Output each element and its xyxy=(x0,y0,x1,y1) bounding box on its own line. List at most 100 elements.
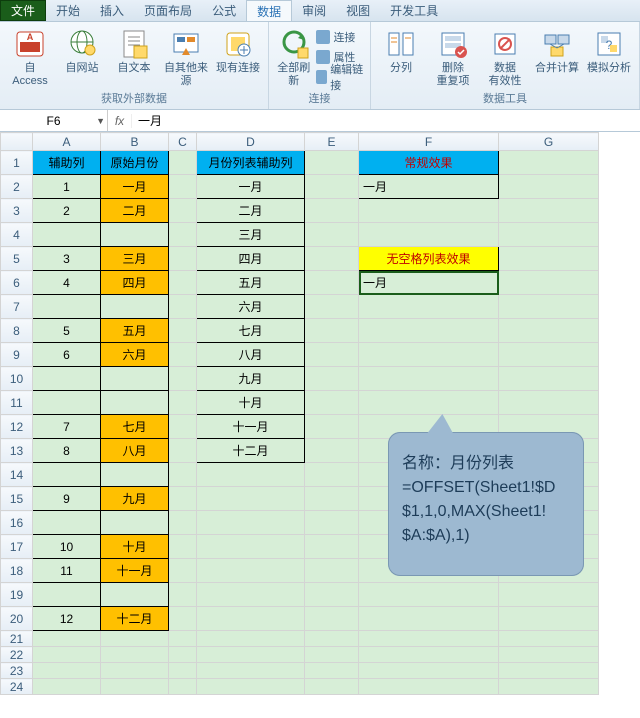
cell[interactable] xyxy=(169,391,197,415)
cell[interactable] xyxy=(499,679,599,695)
cell[interactable] xyxy=(305,247,359,271)
cell[interactable] xyxy=(305,679,359,695)
cell[interactable] xyxy=(101,663,169,679)
cell-A15[interactable]: 9 xyxy=(33,487,101,511)
cell-D1[interactable]: 月份列表辅助列 xyxy=(197,151,305,175)
col-header-E[interactable]: E xyxy=(305,133,359,151)
cell-B8[interactable]: 五月 xyxy=(101,319,169,343)
cell[interactable] xyxy=(169,679,197,695)
cell[interactable] xyxy=(33,391,101,415)
cell-D4[interactable]: 三月 xyxy=(197,223,305,247)
cell[interactable] xyxy=(305,607,359,631)
cell[interactable] xyxy=(499,647,599,663)
tab-view[interactable]: 视图 xyxy=(336,0,380,21)
col-header-B[interactable]: B xyxy=(101,133,169,151)
cell[interactable] xyxy=(169,583,197,607)
cell[interactable] xyxy=(169,487,197,511)
col-header-A[interactable]: A xyxy=(33,133,101,151)
cell-B20[interactable]: 十二月 xyxy=(101,607,169,631)
cell[interactable] xyxy=(169,367,197,391)
cell[interactable] xyxy=(33,663,101,679)
cell[interactable] xyxy=(169,319,197,343)
cell[interactable] xyxy=(305,583,359,607)
cell[interactable] xyxy=(169,343,197,367)
cell[interactable] xyxy=(197,647,305,663)
cell[interactable] xyxy=(169,223,197,247)
cell[interactable] xyxy=(499,319,599,343)
cell[interactable] xyxy=(305,367,359,391)
cell[interactable] xyxy=(359,319,499,343)
cell[interactable] xyxy=(101,463,169,487)
cell[interactable] xyxy=(359,199,499,223)
cell[interactable] xyxy=(499,223,599,247)
cell[interactable] xyxy=(305,631,359,647)
cell[interactable] xyxy=(305,663,359,679)
cell[interactable] xyxy=(499,295,599,319)
cell-B6[interactable]: 四月 xyxy=(101,271,169,295)
text-to-columns-button[interactable]: 分列 xyxy=(377,26,425,75)
from-access-button[interactable]: A 自 Access xyxy=(6,26,54,87)
cell-A18[interactable]: 11 xyxy=(33,559,101,583)
cell-B3[interactable]: 二月 xyxy=(101,199,169,223)
cell[interactable] xyxy=(169,535,197,559)
cell[interactable] xyxy=(305,295,359,319)
cell-B17[interactable]: 十月 xyxy=(101,535,169,559)
cell[interactable] xyxy=(101,631,169,647)
cell[interactable] xyxy=(305,511,359,535)
cell[interactable] xyxy=(499,631,599,647)
cell-D3[interactable]: 二月 xyxy=(197,199,305,223)
cell[interactable] xyxy=(305,151,359,175)
cell-A1[interactable]: 辅助列 xyxy=(33,151,101,175)
from-other-sources-button[interactable]: 自其他来源 xyxy=(162,26,210,87)
tab-page-layout[interactable]: 页面布局 xyxy=(134,0,202,21)
cell[interactable] xyxy=(197,663,305,679)
cell[interactable] xyxy=(169,631,197,647)
cell-B9[interactable]: 六月 xyxy=(101,343,169,367)
col-header-G[interactable]: G xyxy=(499,133,599,151)
cell-B12[interactable]: 七月 xyxy=(101,415,169,439)
cell-B1[interactable]: 原始月份 xyxy=(101,151,169,175)
cell[interactable] xyxy=(33,647,101,663)
cell[interactable] xyxy=(359,647,499,663)
cell[interactable] xyxy=(101,223,169,247)
cell[interactable] xyxy=(359,295,499,319)
cell-D8[interactable]: 七月 xyxy=(197,319,305,343)
cell[interactable] xyxy=(33,679,101,695)
cell-B15[interactable]: 九月 xyxy=(101,487,169,511)
tab-review[interactable]: 审阅 xyxy=(292,0,336,21)
cell[interactable] xyxy=(305,487,359,511)
cell[interactable] xyxy=(359,607,499,631)
cell[interactable] xyxy=(499,607,599,631)
cell[interactable] xyxy=(305,559,359,583)
cell-D10[interactable]: 九月 xyxy=(197,367,305,391)
cell[interactable] xyxy=(101,583,169,607)
cell[interactable] xyxy=(197,559,305,583)
cell-A17[interactable]: 10 xyxy=(33,535,101,559)
cell[interactable] xyxy=(33,223,101,247)
cell[interactable] xyxy=(305,223,359,247)
name-box[interactable]: F6 ▼ xyxy=(0,110,108,131)
col-header-D[interactable]: D xyxy=(197,133,305,151)
cell[interactable] xyxy=(169,647,197,663)
remove-duplicates-button[interactable]: 删除 重复项 xyxy=(429,26,477,87)
tab-insert[interactable]: 插入 xyxy=(90,0,134,21)
consolidate-button[interactable]: 合并计算 xyxy=(533,26,581,75)
cell[interactable] xyxy=(305,415,359,439)
cell[interactable] xyxy=(359,343,499,367)
chevron-down-icon[interactable]: ▼ xyxy=(96,116,105,126)
cell-D2[interactable]: 一月 xyxy=(197,175,305,199)
cell[interactable] xyxy=(33,367,101,391)
cell-D6[interactable]: 五月 xyxy=(197,271,305,295)
cell[interactable] xyxy=(169,607,197,631)
cell-D9[interactable]: 八月 xyxy=(197,343,305,367)
cell[interactable] xyxy=(359,583,499,607)
existing-connections-button[interactable]: 现有连接 xyxy=(214,26,262,75)
cell[interactable] xyxy=(305,463,359,487)
cell[interactable] xyxy=(305,271,359,295)
cell-F1[interactable]: 常规效果 xyxy=(359,151,499,175)
cell-B13[interactable]: 八月 xyxy=(101,439,169,463)
data-validation-button[interactable]: 数据 有效性 xyxy=(481,26,529,87)
cell-A2[interactable]: 1 xyxy=(33,175,101,199)
cell-D11[interactable]: 十月 xyxy=(197,391,305,415)
cell[interactable] xyxy=(197,607,305,631)
